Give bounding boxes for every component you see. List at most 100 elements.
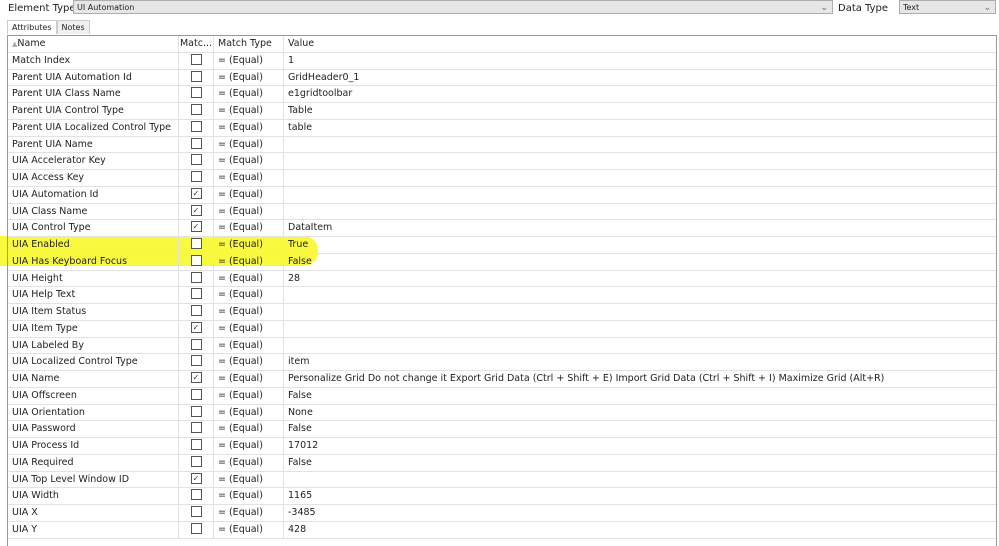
table-row[interactable]: UIA Automation Id ✓ = (Equal) (8, 186, 996, 204)
attribute-value[interactable] (284, 170, 996, 186)
table-row[interactable]: UIA Has Keyboard Focus = (Equal) False (8, 253, 996, 271)
match-checkbox[interactable] (190, 104, 202, 115)
match-checkbox[interactable] (190, 522, 202, 534)
table-row[interactable]: UIA Y = (Equal) 428 (8, 521, 996, 539)
table-row[interactable]: UIA Height = (Equal) 28 (8, 270, 996, 288)
attribute-value[interactable]: 428 (284, 522, 996, 538)
match-checkbox[interactable] (190, 439, 202, 450)
table-row[interactable]: UIA Password = (Equal) False (8, 421, 996, 438)
match-checkbox[interactable] (190, 338, 202, 350)
match-checkbox[interactable] (190, 405, 202, 417)
attribute-value[interactable]: Personalize Grid Do not change it Export… (284, 371, 996, 387)
attribute-value[interactable]: table (284, 120, 996, 136)
table-row[interactable]: UIA Help Text = (Equal) (8, 287, 996, 304)
match-checkbox[interactable] (190, 120, 202, 132)
match-type[interactable]: = (Equal) (214, 337, 284, 354)
attribute-value[interactable] (284, 287, 996, 303)
match-checkbox[interactable] (190, 53, 202, 65)
match-checkbox[interactable]: ✓ (190, 187, 202, 199)
match-type[interactable]: = (Equal) (214, 521, 284, 538)
attribute-value[interactable]: e1gridtoolbar (284, 86, 996, 102)
column-header-match[interactable]: Matc... (179, 36, 214, 52)
match-checkbox[interactable] (190, 422, 202, 434)
table-row[interactable]: Parent UIA Control Type = (Equal) Table (8, 103, 996, 120)
match-checkbox[interactable] (190, 288, 202, 300)
match-type[interactable]: = (Equal) (214, 203, 284, 220)
attribute-value[interactable] (284, 321, 996, 337)
table-row[interactable]: UIA Required = (Equal) False (8, 454, 996, 472)
attribute-value[interactable]: -3485 (284, 505, 996, 521)
attribute-value[interactable]: 28 (284, 271, 996, 287)
attribute-value[interactable]: DataItem (284, 220, 996, 236)
match-checkbox[interactable] (190, 238, 202, 249)
table-row[interactable]: UIA Labeled By = (Equal) (8, 337, 996, 355)
table-row[interactable]: Parent UIA Localized Control Type = (Equ… (8, 119, 996, 137)
table-row[interactable]: UIA Name ✓ = (Equal) Personalize Grid Do… (8, 371, 996, 388)
column-header-match-type[interactable]: Match Type (214, 36, 284, 52)
table-row[interactable]: UIA Enabled = (Equal) True (8, 237, 996, 254)
match-type[interactable]: = (Equal) (214, 52, 284, 69)
match-checkbox[interactable] (190, 506, 202, 517)
match-type[interactable]: = (Equal) (214, 505, 284, 521)
match-type[interactable]: = (Equal) (214, 170, 284, 186)
table-row[interactable]: UIA Item Type ✓ = (Equal) (8, 320, 996, 338)
attribute-value[interactable]: True (284, 237, 996, 253)
match-checkbox[interactable] (190, 154, 202, 166)
match-type[interactable]: = (Equal) (214, 153, 284, 169)
match-type[interactable]: = (Equal) (214, 438, 284, 454)
match-checkbox[interactable]: ✓ (190, 204, 202, 216)
attribute-value[interactable]: False (284, 421, 996, 437)
attribute-value[interactable] (284, 204, 996, 220)
match-type[interactable]: = (Equal) (214, 404, 284, 421)
data-type-select[interactable]: Text ⌄ (899, 0, 996, 14)
match-type[interactable]: = (Equal) (214, 237, 284, 253)
attribute-value[interactable]: False (284, 254, 996, 270)
table-row[interactable]: UIA Localized Control Type = (Equal) ite… (8, 354, 996, 371)
attribute-value[interactable]: GridHeader0_1 (284, 70, 996, 86)
attribute-value[interactable]: item (284, 354, 996, 370)
match-type[interactable]: = (Equal) (214, 354, 284, 370)
match-type[interactable]: = (Equal) (214, 488, 284, 504)
attribute-value[interactable] (284, 187, 996, 203)
table-row[interactable]: UIA Offscreen = (Equal) False (8, 387, 996, 405)
table-row[interactable]: UIA Orientation = (Equal) None (8, 404, 996, 422)
match-type[interactable]: = (Equal) (214, 287, 284, 303)
table-row[interactable]: UIA Top Level Window ID ✓ = (Equal) (8, 471, 996, 489)
match-type[interactable]: = (Equal) (214, 69, 284, 86)
table-row[interactable]: Parent UIA Name = (Equal) (8, 136, 996, 154)
match-type[interactable]: = (Equal) (214, 270, 284, 287)
table-row[interactable]: UIA Process Id = (Equal) 17012 (8, 438, 996, 455)
table-row[interactable]: UIA X = (Equal) -3485 (8, 505, 996, 522)
match-checkbox[interactable] (190, 171, 202, 182)
table-row[interactable]: UIA Item Status = (Equal) (8, 304, 996, 321)
column-header-name[interactable]: ▲Name (8, 36, 179, 52)
match-checkbox[interactable] (190, 455, 202, 467)
attribute-value[interactable]: None (284, 405, 996, 421)
table-row[interactable]: UIA Width = (Equal) 1165 (8, 488, 996, 505)
table-row[interactable]: Match Index = (Equal) 1 (8, 52, 996, 70)
match-type[interactable]: = (Equal) (214, 304, 284, 320)
match-type[interactable]: = (Equal) (214, 371, 284, 387)
attribute-value[interactable]: 1 (284, 53, 996, 69)
match-type[interactable]: = (Equal) (214, 186, 284, 203)
match-checkbox[interactable] (190, 489, 202, 501)
match-checkbox[interactable]: ✓ (190, 321, 202, 333)
column-header-value[interactable]: Value (284, 36, 996, 52)
attribute-value[interactable]: 1165 (284, 488, 996, 504)
attribute-value[interactable] (284, 472, 996, 488)
table-row[interactable]: UIA Class Name ✓ = (Equal) (8, 203, 996, 221)
tab-attributes[interactable]: Attributes (7, 20, 57, 34)
table-row[interactable]: Parent UIA Class Name = (Equal) e1gridto… (8, 86, 996, 103)
match-type[interactable]: = (Equal) (214, 119, 284, 136)
match-type[interactable]: = (Equal) (214, 471, 284, 488)
match-type[interactable]: = (Equal) (214, 387, 284, 404)
match-checkbox[interactable] (190, 305, 202, 316)
attribute-value[interactable] (284, 304, 996, 320)
attribute-value[interactable] (284, 153, 996, 169)
attribute-value[interactable] (284, 137, 996, 153)
match-checkbox[interactable] (190, 271, 202, 283)
match-type[interactable]: = (Equal) (214, 103, 284, 119)
match-checkbox[interactable] (190, 254, 202, 266)
table-row[interactable]: UIA Accelerator Key = (Equal) (8, 153, 996, 170)
match-type[interactable]: = (Equal) (214, 253, 284, 270)
